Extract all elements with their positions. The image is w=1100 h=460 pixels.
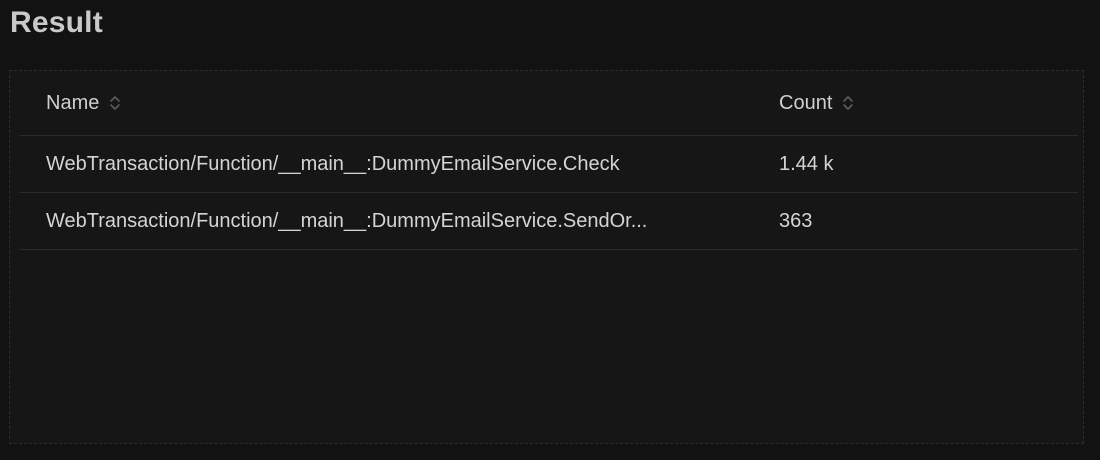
row-name-cell: WebTransaction/Function/__main__:DummyEm… <box>46 209 648 232</box>
table-row[interactable]: WebTransaction/Function/__main__:DummyEm… <box>19 193 1078 250</box>
column-header-name[interactable]: Name <box>46 71 726 135</box>
result-table: Name Count WebTransaction/Function/__mai… <box>19 71 1078 250</box>
column-header-count-label: Count <box>779 91 833 114</box>
result-panel: Name Count WebTransaction/Function/__mai… <box>9 70 1084 444</box>
table-header-row: Name Count <box>19 71 1078 136</box>
sort-icon[interactable] <box>842 93 854 113</box>
page-title: Result <box>10 6 103 39</box>
row-name-cell: WebTransaction/Function/__main__:DummyEm… <box>46 152 620 175</box>
row-count-cell: 363 <box>779 209 813 232</box>
row-count-cell: 1.44 k <box>779 152 834 175</box>
column-header-name-label: Name <box>46 91 100 114</box>
column-header-count[interactable]: Count <box>779 71 1059 135</box>
sort-icon[interactable] <box>109 93 121 113</box>
table-row[interactable]: WebTransaction/Function/__main__:DummyEm… <box>19 136 1078 193</box>
